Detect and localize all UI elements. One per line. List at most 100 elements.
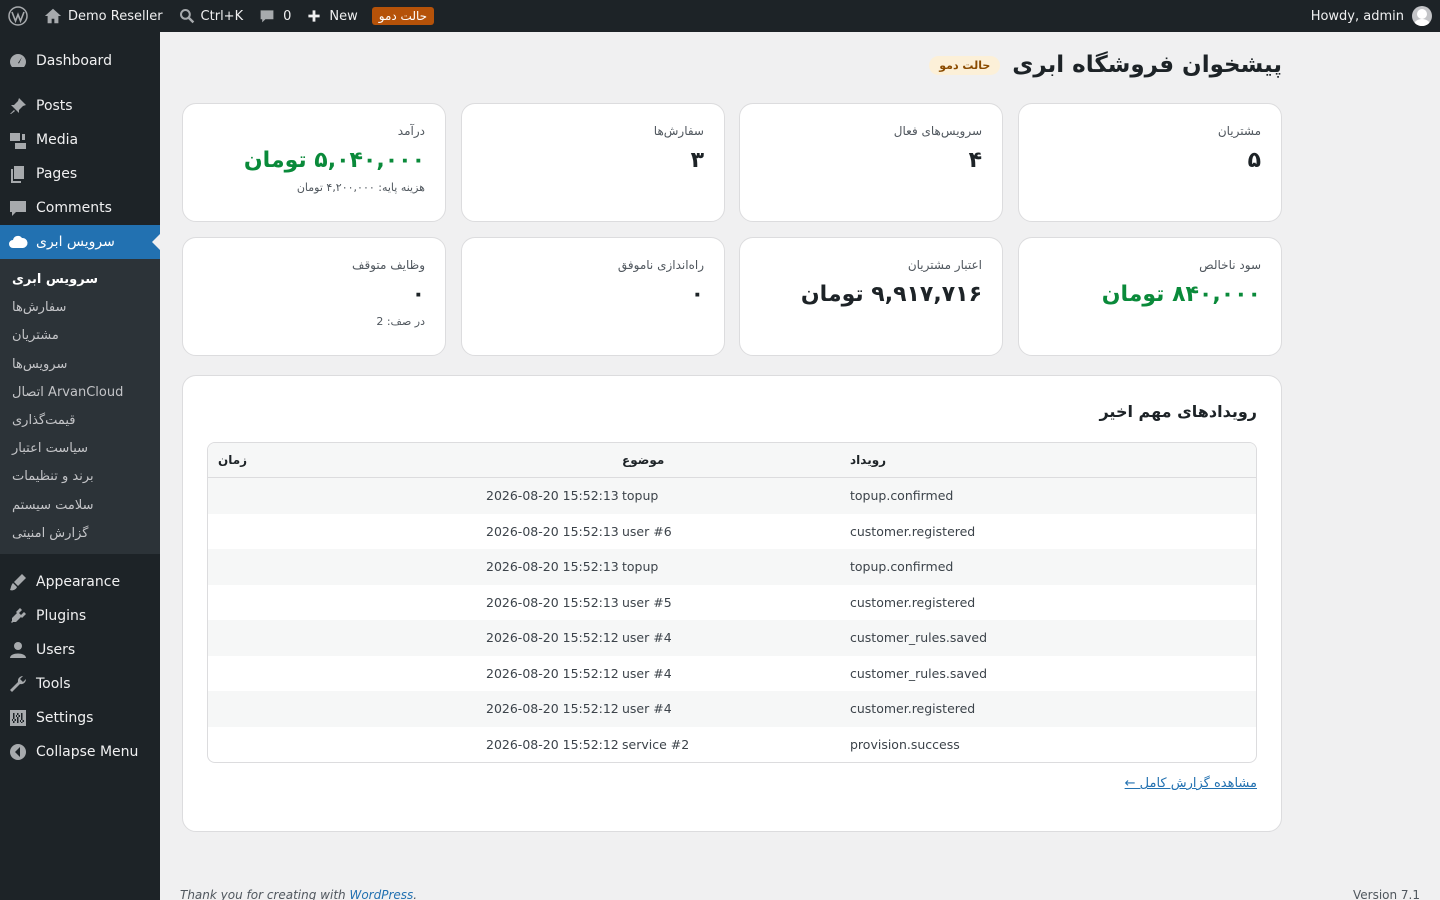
table-row: provision.success service #2 2026-08-20 15… [208,727,1256,763]
stat-label: سرویس‌های فعال [893,124,982,138]
time-cell: 2026-08-20 15:52:13 [486,488,619,504]
wordpress-logo-icon[interactable] [0,0,36,32]
search-shortcut-label: Ctrl+K [200,8,244,24]
demo-mode-pill: حالت دمو [929,55,1001,75]
menu-posts[interactable]: Posts [0,89,160,123]
menu-media-label: Media [36,132,79,148]
menu-comments-label: Comments [36,200,112,216]
stat-label: وظایف متوقف [352,258,425,272]
menu-comments[interactable]: Comments [0,191,160,225]
search-command-button[interactable]: Ctrl+K [171,0,252,32]
plugin-icon [8,606,28,626]
menu-settings[interactable]: Settings [0,701,160,735]
submenu-credit-policy[interactable]: سیاست اعتبار [0,435,160,463]
time-cell: 2026-08-20 15:52:12 [486,701,619,717]
menu-cloud-service[interactable]: سرویس ابری [0,225,160,259]
page-header: پیشخوان فروشگاه ابری حالت دمو [929,52,1282,78]
stat-card-active-services: سرویس‌های فعال ۴ [739,103,1003,222]
table-body: topup.confirmed topup 2026-08-20 15:52:13 c… [208,478,1256,762]
table-header: رویداد موضوع زمان [208,443,1256,478]
menu-plugins[interactable]: Plugins [0,599,160,633]
menu-media[interactable]: Media [0,123,160,157]
submenu-system-health[interactable]: سلامت سیستم [0,492,160,520]
media-icon [8,130,28,150]
account-menu[interactable]: Howdy, admin [1303,0,1440,32]
stat-label: سفارش‌ها [653,124,704,138]
dashboard-icon [8,51,28,71]
howdy-text: Howdy, admin [1310,8,1404,24]
table-row: topup.confirmed topup 2026-08-20 15:52:13 [208,478,1256,514]
stat-label: اعتبار مشتریان [907,258,982,272]
menu-tools[interactable]: Tools [0,667,160,701]
time-cell: 2026-08-20 15:52:13 [486,559,619,575]
full-report-link[interactable]: مشاهده گزارش کامل ← [1125,776,1257,791]
wordpress-link[interactable]: WordPress [349,888,413,900]
subject-cell: user #4 [622,665,672,681]
time-cell: 2026-08-20 15:52:12 [486,736,619,752]
stat-label: سود ناخالص [1199,258,1261,272]
comment-icon [260,10,274,23]
search-icon [179,9,194,24]
stat-label: راه‌اندازی ناموفق [617,258,704,272]
submenu-branding[interactable]: برند و تنظیمات [0,463,160,491]
footer-thanks: Thank you for creating with WordPress. [180,888,418,900]
event-cell: customer_rules.saved [850,665,988,681]
time-cell: 2026-08-20 15:52:13 [486,523,619,539]
event-cell: provision.success [850,736,960,752]
stat-label: مشتریان [1217,124,1261,138]
stat-value: ۵,۰۴۰,۰۰۰ تومان [243,148,425,173]
submenu-arvancloud[interactable]: اتصال ArvanCloud [0,379,160,407]
subject-cell: service #2 [622,736,690,752]
stat-value: ۴ [968,148,982,173]
subject-cell: user #4 [622,701,672,717]
menu-appearance-label: Appearance [36,573,121,590]
submenu-pricing[interactable]: قیمت‌گذاری [0,407,160,435]
admin-bar: Demo Reseller Ctrl+K 0 New حالت دمو Howd… [0,0,1440,32]
plus-icon [308,10,320,22]
menu-cloud-service-label: سرویس ابری [36,234,115,250]
menu-appearance[interactable]: Appearance [0,565,160,599]
submenu-security-report[interactable]: گزارش امنیتی [0,520,160,548]
subject-cell: user #6 [622,523,672,539]
event-cell: customer_rules.saved [850,630,988,646]
time-cell: 2026-08-20 15:52:12 [486,665,619,681]
menu-users-label: Users [36,641,76,658]
menu-dashboard[interactable]: Dashboard [0,44,160,78]
table-row: customer_rules.saved user #4 2026-08-20 15… [208,620,1256,656]
table-row: topup.confirmed topup 2026-08-20 15:52:13 [208,549,1256,585]
header-event: رویداد [850,453,887,467]
submenu-orders[interactable]: سفارش‌ها [0,294,160,322]
comments-link[interactable]: 0 [251,0,299,32]
site-name-link[interactable]: Demo Reseller [36,0,171,32]
menu-posts-label: Posts [36,98,73,114]
submenu-customers[interactable]: مشتریان [0,322,160,350]
table-row: customer.registered user #4 2026-08-20 15:… [208,691,1256,727]
menu-pages[interactable]: Pages [0,157,160,191]
demo-mode-badge[interactable]: حالت دمو [371,7,435,25]
main-content: پیشخوان فروشگاه ابری حالت دمو مشتریان ۵ … [160,32,1440,900]
stat-value: ۹,۹۱۷,۷۱۶ تومان [800,282,982,307]
event-cell: topup.confirmed [850,559,954,575]
pages-icon [8,164,28,184]
collapse-menu-label: Collapse Menu [36,743,139,760]
subject-cell: topup [622,488,659,504]
stat-card-customers: مشتریان ۵ [1018,103,1282,222]
new-content-button[interactable]: New [299,0,365,32]
stat-label: درآمد [397,124,425,138]
table-row: customer_rules.saved user #4 2026-08-20 15… [208,656,1256,692]
comments-count: 0 [283,8,292,24]
submenu-dashboard[interactable]: سرویس ابری [0,266,160,294]
footer-thanks-text: Thank you for creating with [180,888,346,900]
admin-sidebar: Dashboard Posts Media Pages Comments سرو… [0,32,160,900]
page-title: پیشخوان فروشگاه ابری [1012,52,1282,78]
recent-events-panel: رویدادهای مهم اخیر رویداد موضوع زمان top… [182,375,1282,832]
submenu-services[interactable]: سرویس‌ها [0,351,160,379]
stat-card-customer-credit: اعتبار مشتریان ۹,۹۱۷,۷۱۶ تومان [739,237,1003,356]
stat-value: ۰ [690,282,704,307]
stat-card-stuck-jobs: وظایف متوقف ۰ در صف: 2 [182,237,446,356]
stat-sub: در صف: 2 [376,315,425,328]
cloud-service-submenu: سرویس ابری سفارش‌ها مشتریان سرویس‌ها اتص… [0,259,160,554]
menu-settings-label: Settings [36,709,94,726]
menu-users[interactable]: Users [0,633,160,667]
collapse-menu-button[interactable]: Collapse Menu [0,735,160,769]
